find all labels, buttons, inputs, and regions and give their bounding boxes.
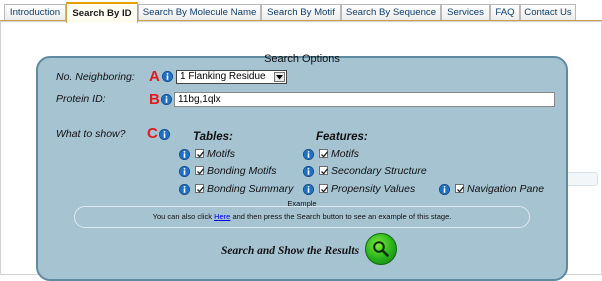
neighboring-select-value: 1 Flanking Residue xyxy=(180,71,266,82)
tab-search-by-id[interactable]: Search By ID xyxy=(66,2,138,23)
marker-a: A xyxy=(149,68,160,85)
feature-propensity-values-checkbox[interactable] xyxy=(319,184,329,193)
table-bonding-motifs-checkbox[interactable] xyxy=(195,166,205,175)
navigation-pane-label: Navigation Pane xyxy=(467,183,545,195)
table-bonding-summary-label: Bonding Summary xyxy=(207,183,294,195)
example-text: You can also click Here and then press t… xyxy=(75,212,529,221)
tab-introduction[interactable]: Introduction xyxy=(4,4,66,20)
tab-contact-us[interactable]: Contact Us xyxy=(520,4,576,20)
example-title: Example xyxy=(287,199,317,208)
info-icon[interactable] xyxy=(179,184,190,195)
info-icon[interactable] xyxy=(179,166,190,177)
tables-heading: Tables: xyxy=(193,131,233,143)
protein-id-label: Protein ID: xyxy=(56,93,106,105)
panel-title: Search Options xyxy=(264,53,340,65)
info-icon[interactable] xyxy=(439,184,450,195)
magnifier-icon xyxy=(373,241,389,257)
tab-search-by-sequence[interactable]: Search By Sequence xyxy=(341,4,441,20)
example-text-before: You can also click xyxy=(152,212,215,221)
table-motifs-label: Motifs xyxy=(207,148,236,160)
tab-bar: Introduction Search By ID Search By Mole… xyxy=(0,0,602,23)
navigation-pane-checkbox[interactable] xyxy=(455,184,465,193)
info-icon[interactable] xyxy=(303,184,314,195)
info-icon[interactable] xyxy=(179,149,190,160)
info-icon[interactable] xyxy=(162,71,173,82)
marker-c: C xyxy=(147,125,158,142)
search-options-panel: Search Options No. Neighboring: A 1 Flan… xyxy=(36,53,568,281)
feature-secondary-structure-label: Secondary Structure xyxy=(331,165,427,177)
features-heading: Features: xyxy=(316,131,368,143)
example-here-link[interactable]: Here xyxy=(214,212,230,221)
tab-search-by-motif[interactable]: Search By Motif xyxy=(261,4,341,20)
info-icon[interactable] xyxy=(161,94,172,105)
protein-id-input[interactable]: 11bg,1qlx xyxy=(174,92,555,107)
feature-motifs-label: Motifs xyxy=(331,148,360,160)
tab-faq[interactable]: FAQ xyxy=(490,4,520,20)
neighboring-select[interactable]: 1 Flanking Residue xyxy=(176,70,287,84)
neighboring-label: No. Neighboring: xyxy=(56,71,135,83)
marker-b: B xyxy=(149,91,160,108)
tab-content: Search Options No. Neighboring: A 1 Flan… xyxy=(0,21,602,281)
chevron-down-icon[interactable] xyxy=(274,72,285,82)
feature-secondary-structure-checkbox[interactable] xyxy=(319,166,329,175)
protein-id-value: 11bg,1qlx xyxy=(178,94,221,105)
feature-propensity-values-label: Propensity Values xyxy=(331,183,416,195)
info-icon[interactable] xyxy=(159,129,170,140)
example-box: Example You can also click Here and then… xyxy=(74,199,530,228)
tab-search-by-molecule-name[interactable]: Search By Molecule Name xyxy=(138,4,261,20)
table-bonding-summary-checkbox[interactable] xyxy=(195,184,205,193)
what-to-show-label: What to show? xyxy=(56,128,126,140)
search-submit-label: Search and Show the Results xyxy=(221,245,360,257)
info-icon[interactable] xyxy=(303,149,314,160)
info-icon[interactable] xyxy=(303,166,314,177)
search-button[interactable] xyxy=(365,233,397,265)
table-motifs-checkbox[interactable] xyxy=(195,149,205,158)
table-bonding-motifs-label: Bonding Motifs xyxy=(207,165,277,177)
feature-motifs-checkbox[interactable] xyxy=(319,149,329,158)
example-text-after: and then press the Search button to see … xyxy=(230,212,452,221)
tab-services[interactable]: Services xyxy=(441,4,490,20)
